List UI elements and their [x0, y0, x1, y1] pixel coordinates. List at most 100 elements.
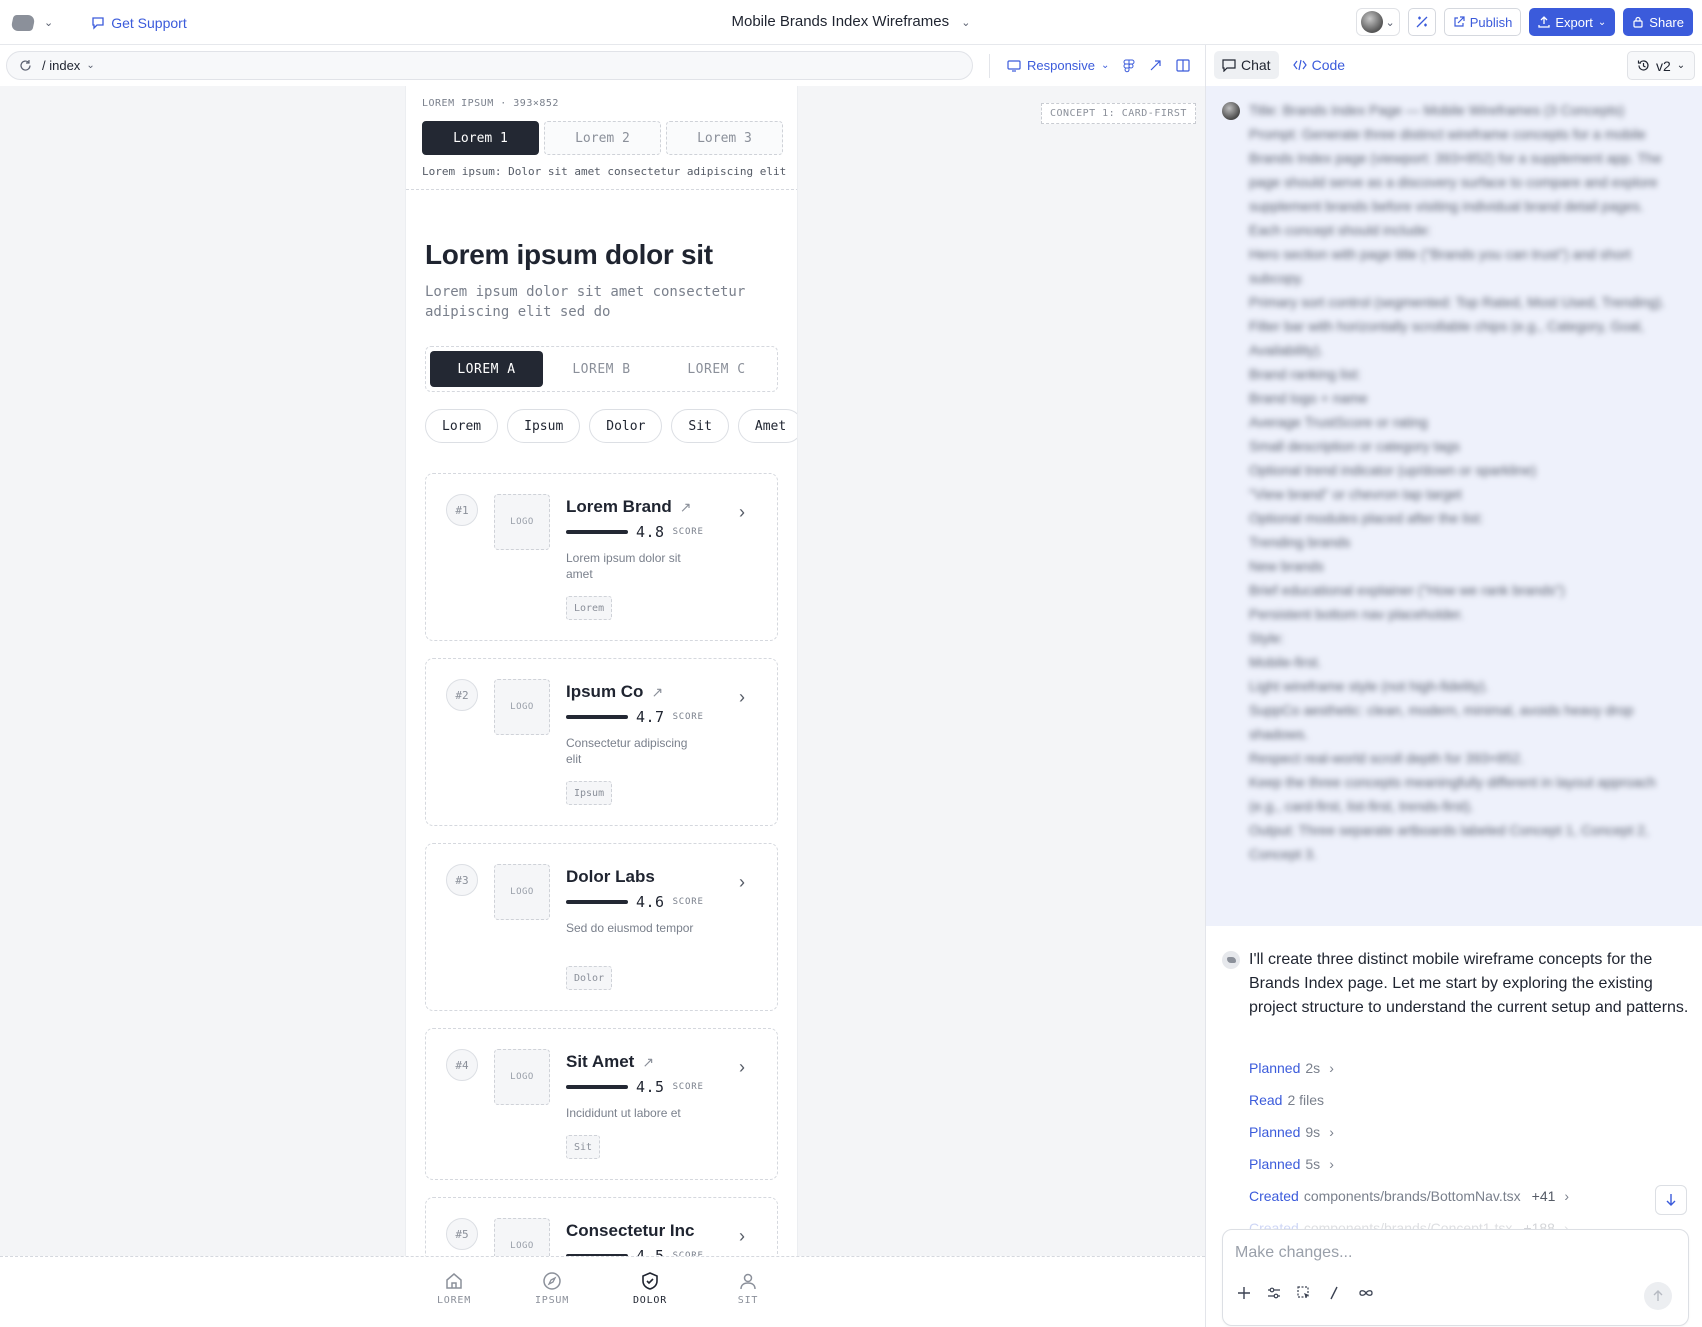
filter-chip[interactable]: Dolor [589, 409, 663, 443]
prompt-line: Filter bar with horizontally scrollable … [1249, 318, 1645, 358]
activity-steps: Planned 2s › Read 2 files Planned 9s › Planned 5s… [1249, 1052, 1569, 1244]
concept-tab-1[interactable]: Lorem 1 [422, 121, 539, 155]
step-kind: Created [1249, 1188, 1299, 1204]
user-prompt-message: Title: Brands Index Page — Mobile Wirefr… [1206, 86, 1702, 926]
brand-description: Consectetur adipiscing elit [566, 736, 688, 766]
chevron-right-icon[interactable]: › [739, 687, 745, 708]
arrow-down-icon [1666, 1194, 1676, 1206]
activity-step[interactable]: Planned 5s › [1249, 1148, 1569, 1180]
bottom-nav-item-ipsum[interactable]: IPSUM [522, 1271, 582, 1306]
brand-name-row: Ipsum Co ↗ [566, 682, 663, 702]
sliders-icon[interactable] [1267, 1286, 1281, 1300]
figma-icon[interactable] [1123, 59, 1135, 73]
step-detail: 2 files [1287, 1092, 1325, 1108]
activity-step[interactable]: Read 2 files [1249, 1084, 1569, 1116]
panel-tabs: Chat Code [1214, 51, 1353, 79]
concept-tab-2[interactable]: Lorem 2 [544, 121, 661, 155]
split-view-icon[interactable] [1176, 59, 1190, 72]
prompt-line: Brand logo + name [1249, 390, 1368, 406]
chevron-down-icon: ⌄ [1597, 16, 1607, 28]
rank-badge: #5 [446, 1218, 478, 1250]
activity-step[interactable]: Created components/brands/BottomNav.tsx +4… [1249, 1180, 1569, 1212]
export-button[interactable]: Export ⌄ [1529, 8, 1616, 36]
compass-icon [543, 1272, 561, 1290]
tools-button[interactable] [1407, 8, 1436, 36]
brand-card[interactable]: #3 LOGO Dolor Labs 4.6 SCORE Sed do eius… [425, 843, 778, 1011]
sort-option-b[interactable]: LOREM B [545, 351, 658, 387]
chevron-down-icon[interactable]: ⌄ [961, 17, 970, 29]
magic-tools-icon [1416, 16, 1428, 28]
prompt-line: SuppCo aesthetic: clean, modern, minimal… [1249, 702, 1634, 742]
publish-button[interactable]: Publish [1443, 8, 1522, 36]
plus-icon[interactable] [1237, 1286, 1251, 1300]
code-icon [1292, 59, 1307, 71]
bottom-nav-item-lorem[interactable]: LOREM [424, 1271, 484, 1306]
tab-chat[interactable]: Chat [1214, 51, 1279, 79]
filter-chip[interactable]: Sit [671, 409, 729, 443]
composer-input[interactable] [1235, 1244, 1675, 1262]
scroll-to-bottom-button[interactable] [1655, 1185, 1687, 1215]
assistant-reply: I'll create three distinct mobile wirefr… [1249, 951, 1689, 1016]
filter-chip[interactable]: Amet [737, 409, 797, 443]
infinity-icon[interactable] [1357, 1287, 1375, 1299]
app-logo-icon[interactable] [10, 14, 36, 31]
chevron-down-icon[interactable]: ⌄ [44, 16, 53, 29]
step-kind: Read [1249, 1092, 1283, 1108]
filter-chip[interactable]: Lorem [425, 409, 499, 443]
step-detail: 2s [1305, 1060, 1321, 1076]
brand-name-row: Dolor Labs [566, 867, 655, 887]
user-menu[interactable]: ⌄ [1356, 8, 1400, 36]
chevron-right-icon[interactable]: › [739, 872, 745, 893]
bottom-nav-item-dolor[interactable]: DOLOR [620, 1271, 680, 1306]
assistant-logo-icon [1222, 951, 1240, 969]
get-support-link[interactable]: Get Support [91, 15, 187, 31]
prompt-line: Optional modules placed after the list: [1249, 510, 1484, 526]
score-row: 4.7 SCORE [566, 708, 704, 726]
select-element-icon[interactable] [1297, 1286, 1311, 1300]
brand-logo-placeholder: LOGO [494, 494, 550, 550]
chevron-right-icon[interactable]: › [739, 502, 745, 523]
brand-logo-placeholder: LOGO [494, 679, 550, 735]
bottom-nav: LOREM IPSUM DOLOR SIT [0, 1256, 1205, 1327]
brand-card[interactable]: #4 LOGO Sit Amet ↗ 4.5 SCORE Incididunt u… [425, 1028, 778, 1180]
bottom-nav-item-sit[interactable]: SIT [718, 1271, 778, 1306]
prompt-line: Brand ranking list: [1249, 366, 1362, 382]
publish-label: Publish [1469, 14, 1513, 30]
preview-url-bar[interactable]: / index ⌄ [6, 51, 973, 80]
brand-name: Sit Amet [566, 1052, 635, 1071]
route-path[interactable]: / index [42, 58, 80, 73]
concept-tab-3[interactable]: Lorem 3 [666, 121, 783, 155]
step-kind: Planned [1249, 1124, 1301, 1140]
slash-command-icon[interactable] [1327, 1286, 1341, 1300]
sort-option-a[interactable]: LOREM A [430, 351, 543, 387]
score-value: 4.6 [636, 893, 665, 911]
refresh-icon[interactable] [19, 59, 32, 72]
prompt-line: Primary sort control (segmented: Top Rat… [1249, 294, 1666, 310]
brand-card[interactable]: #5 LOGO Consectetur Inc 4.5 SCORE › [425, 1197, 778, 1256]
tab-code[interactable]: Code [1285, 51, 1353, 79]
project-title[interactable]: Mobile Brands Index Wireframes [732, 13, 950, 30]
chevron-right-icon[interactable]: › [739, 1226, 745, 1247]
score-label: SCORE [672, 712, 704, 722]
brand-name-row: Consectetur Inc [566, 1221, 694, 1241]
activity-step[interactable]: Planned 9s › [1249, 1116, 1569, 1148]
step-kind: Planned [1249, 1156, 1301, 1172]
sort-option-c[interactable]: LOREM C [660, 351, 773, 387]
brand-tag: Lorem [566, 596, 613, 620]
brand-description: Sed do eiusmod tempor [566, 921, 694, 935]
chevron-down-icon[interactable]: ⌄ [86, 60, 94, 71]
score-label: SCORE [672, 527, 704, 537]
activity-step[interactable]: Planned 2s › [1249, 1052, 1569, 1084]
responsive-dropdown[interactable]: Responsive ⌄ [1007, 58, 1109, 73]
brand-card[interactable]: #2 LOGO Ipsum Co ↗ 4.7 SCORE Consectetur … [425, 658, 778, 826]
send-button[interactable] [1644, 1282, 1672, 1310]
prompt-line: New brands [1249, 558, 1324, 574]
share-button[interactable]: Share [1623, 8, 1693, 36]
chevron-right-icon[interactable]: › [739, 1057, 745, 1078]
share-label: Share [1649, 14, 1684, 30]
version-dropdown[interactable]: v2 ⌄ [1627, 51, 1696, 80]
open-in-new-icon[interactable] [1149, 59, 1162, 72]
filter-chip[interactable]: Ipsum [507, 409, 581, 443]
concept-badge: CONCEPT 1: CARD-FIRST [1041, 103, 1196, 124]
brand-card[interactable]: #1 LOGO Lorem Brand ↗ 4.8 SCORE Lorem ips… [425, 473, 778, 641]
